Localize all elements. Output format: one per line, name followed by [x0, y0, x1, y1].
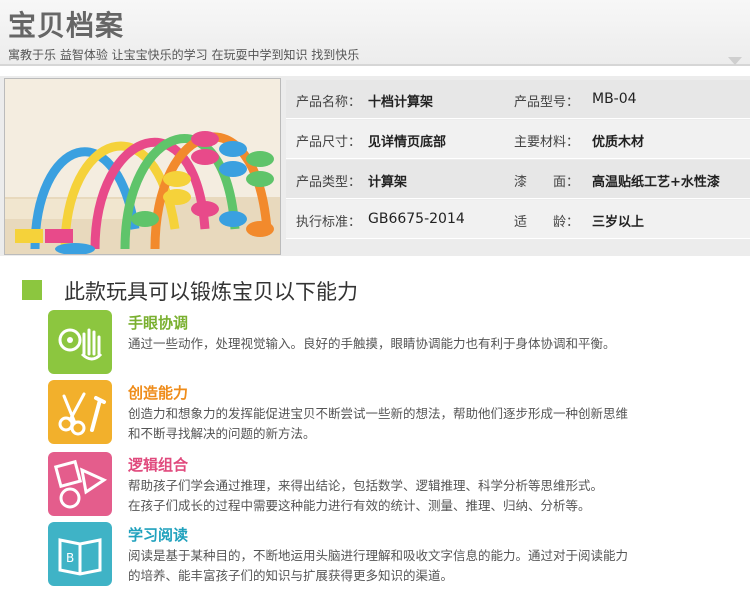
spec-label: 主要材料： [514, 135, 580, 150]
ability-description: 通过一些动作，处理视觉输入。良好的手触摸，眼睛协调能力也有利于身体协调和平衡。 [128, 334, 738, 354]
ability-item: 逻辑组合 帮助孩子们学会通过推理，来得出结论，包括数学、逻辑推理、科学分析等思维… [48, 452, 748, 516]
shapes-icon [48, 452, 112, 516]
tools-icon [48, 380, 112, 444]
ability-item: 手眼协调 通过一些动作，处理视觉输入。良好的手触摸，眼睛协调能力也有利于身体协调… [48, 310, 748, 374]
description-line: 帮助孩子们学会通过推理，来得出结论，包括数学、逻辑推理、科学分析等思维形式。 [128, 478, 604, 493]
spec-value: 十档计算架 [368, 95, 434, 110]
spec-row: 产品名称： 十档计算架 产品型号： MB-04 [286, 80, 750, 119]
book-icon: B [48, 522, 112, 586]
spec-value: 优质木材 [592, 135, 645, 150]
description-line: 的培养、能丰富孩子们的知识与扩展获得更多知识的渠道。 [128, 568, 454, 583]
ability-title: 手眼协调 [128, 314, 189, 332]
abacus-illustration [5, 79, 280, 254]
spec-value: 高温贴纸工艺+水性漆 [592, 175, 720, 190]
spec-label: 产品尺寸： [296, 135, 362, 150]
description-line: 创造力和想象力的发挥能促进宝贝不断尝试一些新的想法，帮助他们逐步形成一种创新思维 [128, 406, 629, 421]
ability-title: 逻辑组合 [128, 456, 189, 474]
section-title: 此款玩具可以锻炼宝贝以下能力 [64, 280, 358, 304]
spec-label: 产品类型： [296, 175, 362, 190]
ability-description: 帮助孩子们学会通过推理，来得出结论，包括数学、逻辑推理、科学分析等思维形式。 在… [128, 476, 738, 516]
spec-label: 产品型号： [514, 95, 580, 110]
spec-value: MB-04 [592, 91, 637, 107]
section-marker-icon [22, 280, 42, 300]
ability-description: 阅读是基于某种目的，不断地运用头脑进行理解和吸收文字信息的能力。通过对于阅读能力… [128, 546, 738, 586]
header-arrow-icon [728, 57, 742, 65]
spec-label: 执行标准： [296, 215, 362, 230]
spec-label: 适 龄： [514, 215, 580, 230]
description-line: 通过一些动作，处理视觉输入。良好的手触摸，眼睛协调能力也有利于身体协调和平衡。 [128, 336, 616, 351]
ability-title: 创造能力 [128, 384, 189, 402]
header-divider [0, 64, 750, 66]
spec-value: GB6675-2014 [368, 211, 465, 227]
spec-value: 计算架 [368, 175, 408, 190]
ability-description: 创造力和想象力的发挥能促进宝贝不断尝试一些新的想法，帮助他们逐步形成一种创新思维… [128, 404, 738, 444]
description-line: 和不断寻找解决的问题的新方法。 [128, 426, 316, 441]
spec-row: 执行标准： GB6675-2014 适 龄： 三岁以上 [286, 200, 750, 239]
description-line: 在孩子们成长的过程中需要这种能力进行有效的统计、测量、推理、归纳、分析等。 [128, 498, 591, 513]
description-line: 阅读是基于某种目的，不断地运用头脑进行理解和吸收文字信息的能力。通过对于阅读能力 [128, 548, 629, 563]
spec-value: 见详情页底部 [368, 135, 447, 150]
ability-item: 创造能力 创造力和想象力的发挥能促进宝贝不断尝试一些新的想法，帮助他们逐步形成一… [48, 380, 748, 444]
spec-label: 漆 面： [514, 175, 580, 190]
hand-eye-icon [48, 310, 112, 374]
spec-row: 产品类型： 计算架 漆 面： 高温贴纸工艺+水性漆 [286, 160, 750, 199]
spec-value: 三岁以上 [592, 215, 645, 230]
spec-row: 产品尺寸： 见详情页底部 主要材料： 优质木材 [286, 120, 750, 159]
ability-title: 学习阅读 [128, 526, 189, 544]
ability-item: B 学习阅读 阅读是基于某种目的，不断地运用头脑进行理解和吸收文字信息的能力。通… [48, 522, 748, 586]
page-title: 宝贝档案 [8, 9, 125, 42]
spec-label: 产品名称： [296, 95, 362, 110]
page-subtitle: 寓教于乐 益智体验 让宝宝快乐的学习 在玩耍中学到知识 找到快乐 [8, 48, 360, 62]
svg-text:B: B [66, 551, 74, 565]
product-image [4, 78, 281, 255]
